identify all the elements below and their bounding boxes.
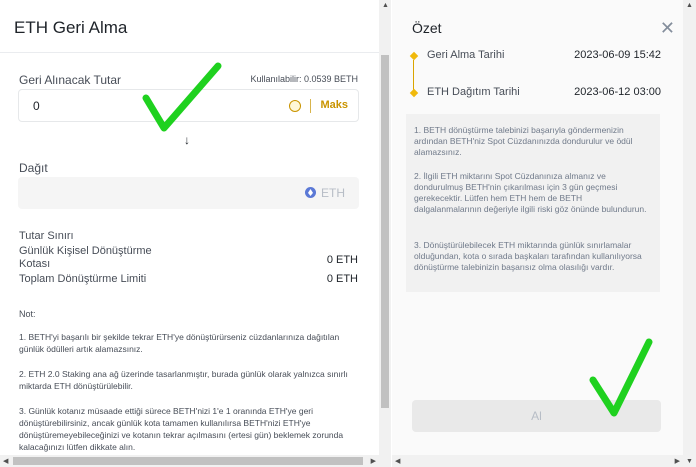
distribution-date-value: 2023-06-12 03:00 xyxy=(574,86,661,98)
timeline-dot xyxy=(409,88,419,98)
timeline-line xyxy=(413,60,414,90)
distribution-date-label: ETH Dağıtım Tarihi xyxy=(427,86,520,98)
scroll-up-icon[interactable]: ▲ xyxy=(382,2,389,9)
max-button[interactable]: Maks xyxy=(320,99,348,111)
left-hscrollbar[interactable]: ◀ ▶ xyxy=(0,455,379,467)
scroll-left-icon[interactable]: ◀ xyxy=(395,457,400,465)
scroll-left-icon[interactable]: ◀ xyxy=(3,457,8,465)
arrow-down-icon: ↓ xyxy=(184,133,190,147)
separator xyxy=(310,99,311,113)
distribute-field: ETH xyxy=(18,177,359,209)
info-item: 2. İlgili ETH miktarını Spot Cüzdanınıza… xyxy=(414,171,647,214)
daily-limit-label: Günlük Kişisel Dönüştürme Kotası xyxy=(19,245,152,270)
amount-label: Geri Alınacak Tutar xyxy=(19,73,122,87)
panel-title: ETH Geri Alma xyxy=(14,18,128,37)
info-box: 1. BETH dönüştürme talebinizi başarıyla … xyxy=(406,114,660,292)
note-item: 2. ETH 2.0 Staking ana ağ üzerinde tasar… xyxy=(19,369,348,391)
timeline-dot xyxy=(409,51,419,61)
redeem-date-value: 2023-06-09 15:42 xyxy=(574,49,661,61)
redeem-date-label: Geri Alma Tarihi xyxy=(427,49,505,61)
amount-value: 0 xyxy=(33,99,40,113)
eth-icon xyxy=(305,187,316,198)
redeem-panel: ETH Geri Alma Geri Alınacak Tutar Kullan… xyxy=(0,0,391,467)
note-item: 1. BETH'yi başarılı bir şekilde tekrar E… xyxy=(19,332,340,354)
right-hscrollbar[interactable]: ◀ ▶ xyxy=(392,455,683,467)
scroll-right-icon[interactable]: ▶ xyxy=(675,457,680,465)
distribute-label: Dağıt xyxy=(19,161,48,175)
amount-input[interactable]: 0 Maks xyxy=(18,89,359,122)
close-icon[interactable]: ✕ xyxy=(660,18,675,39)
notes-title: Not: xyxy=(19,309,36,319)
submit-button[interactable]: Al xyxy=(412,400,661,432)
note-item: 3. Günlük kotanız müsaade ettiği sürece … xyxy=(19,406,344,452)
info-item: 1. BETH dönüştürme talebinizi başarıyla … xyxy=(414,125,633,157)
total-limit-value: 0 ETH xyxy=(326,273,358,285)
summary-title: Özet xyxy=(412,20,442,36)
beth-coin-icon xyxy=(289,100,301,112)
hscrollbar-thumb[interactable] xyxy=(13,457,363,465)
daily-limit-value: 0 ETH xyxy=(326,254,358,266)
info-item: 3. Dönüştürülebilecek ETH miktarında gün… xyxy=(414,240,642,272)
scroll-up-icon[interactable]: ▲ xyxy=(686,2,693,9)
available-balance: Kullanılabilir: 0.0539 BETH xyxy=(250,74,358,84)
scroll-right-icon[interactable]: ▶ xyxy=(371,457,376,465)
left-scrollbar[interactable]: ▲ xyxy=(379,0,391,467)
summary-panel: Özet ✕ Geri Alma Tarihi 2023-06-09 15:42… xyxy=(392,0,696,467)
scrollbar-thumb[interactable] xyxy=(381,55,389,408)
scroll-down-icon[interactable]: ▼ xyxy=(686,458,693,465)
total-limit-label: Toplam Dönüştürme Limiti xyxy=(19,273,147,285)
divider xyxy=(0,52,391,53)
right-scrollbar[interactable]: ▲ ▼ xyxy=(683,0,696,467)
limits-title: Tutar Sınırı xyxy=(19,230,74,242)
distribute-currency: ETH xyxy=(321,186,345,200)
